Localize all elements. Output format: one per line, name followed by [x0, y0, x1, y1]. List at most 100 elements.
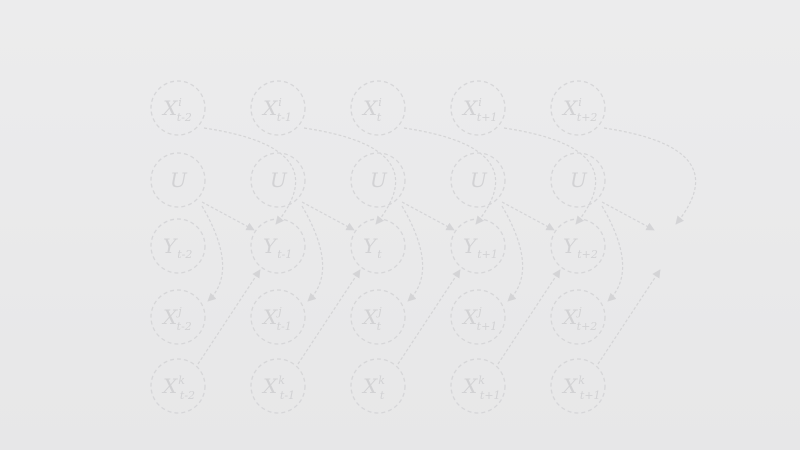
node-x-mid-2: Xj t	[350, 289, 406, 345]
node-label: U	[170, 168, 188, 192]
node-u-1: U	[250, 152, 306, 208]
node-circle	[550, 218, 606, 274]
node-label: Xk t+1	[561, 374, 601, 402]
node-label: Xk t-2	[161, 374, 195, 402]
edge-u-to-xj	[201, 205, 224, 302]
node-label-sub: t	[377, 248, 382, 261]
node-label-sup: k	[578, 374, 585, 387]
node-label-sup: k	[378, 374, 385, 387]
node-label: Xi t-2	[161, 96, 192, 124]
node-label: Xj t-2	[161, 305, 192, 333]
node-x-bot-3: Xk t+1	[450, 358, 506, 414]
node-label-sup: k	[478, 374, 485, 387]
edge-u-to-xj	[401, 205, 424, 302]
node-label-base: Y	[463, 234, 478, 258]
node-label-base: X	[561, 305, 578, 329]
node-label: Xk t+1	[461, 374, 501, 402]
node-label: Xi t-1	[261, 96, 292, 124]
node-label: Yt-1	[263, 234, 292, 261]
node-label: Xj t+2	[561, 305, 597, 333]
node-label-base: Y	[363, 234, 378, 258]
node-label-sup: k	[278, 374, 285, 387]
node-label-sub: t+2	[577, 320, 598, 333]
node-label: Xk t-1	[261, 374, 295, 402]
node-label: Yt+1	[463, 234, 498, 261]
node-label: U	[370, 168, 388, 192]
node-label-base: X	[261, 374, 278, 398]
node-label-base: X	[161, 96, 178, 120]
node-label-base: X	[361, 96, 378, 120]
node-label-sub: t	[377, 111, 382, 124]
node-circle	[350, 218, 406, 274]
node-x-bot-4: Xk t+1	[550, 358, 606, 414]
node-x-top-1: Xi t-1	[250, 80, 306, 136]
node-label-base: U	[470, 168, 488, 192]
node-y-0: Yt-2	[150, 218, 206, 274]
node-label-base: X	[361, 305, 378, 329]
node-label-sub: t-1	[277, 111, 292, 124]
node-label: Yt+2	[563, 234, 598, 261]
node-label-sub: t	[377, 320, 382, 333]
node-circle	[250, 218, 306, 274]
edge-u-to-xj	[501, 205, 524, 302]
node-label-sup: i	[378, 96, 382, 109]
node-label-sub: t+1	[477, 111, 498, 124]
node-x-bot-0: Xk t-2	[150, 358, 206, 414]
node-label: Xi t+2	[561, 96, 597, 124]
node-label: Xi t	[361, 96, 382, 124]
edge-u-to-xj	[301, 205, 324, 302]
node-label-sub: t-2	[177, 248, 192, 261]
node-circle	[150, 218, 206, 274]
node-label-sub: t-1	[277, 320, 292, 333]
node-u-4: U	[550, 152, 606, 208]
node-label-base: X	[161, 374, 178, 398]
node-label-sup: k	[178, 374, 185, 387]
node-label-sub: t+2	[577, 111, 598, 124]
node-x-mid-4: Xj t+2	[550, 289, 606, 345]
node-label-sup: i	[178, 96, 182, 109]
node-circle	[450, 218, 506, 274]
node-label-base: X	[361, 374, 378, 398]
node-label-base: X	[561, 96, 578, 120]
diagram-canvas: Xi t-2 U Yt-2 Xj t-2 Xk t-2 Xi t-1 U Yt-1 Xj t-1 Xk t-1…	[0, 0, 800, 450]
graphical-model-diagram: Xi t-2UYt-2Xj t-2Xk t-2Xi t-1UYt-1Xj t-1Xk t-1…	[150, 80, 697, 414]
edge-u-to-y	[401, 201, 455, 231]
node-label-sub: t-2	[177, 320, 192, 333]
edge-u-to-y	[301, 201, 355, 231]
node-label-sub: t+1	[477, 320, 498, 333]
node-label-base: X	[461, 305, 478, 329]
node-u-0: U	[150, 152, 206, 208]
node-x-top-4: Xi t+2	[550, 80, 606, 136]
node-label-sub: t-2	[177, 111, 192, 124]
node-label: Xj t	[361, 305, 382, 333]
node-y-4: Yt+2	[550, 218, 606, 274]
node-label-base: X	[561, 374, 578, 398]
node-x-top-2: Xi t	[350, 80, 406, 136]
node-label: Yt	[363, 234, 382, 261]
node-label: U	[470, 168, 488, 192]
edge-u-to-y	[601, 201, 655, 231]
node-label: Xj t-1	[261, 305, 292, 333]
node-y-3: Yt+1	[450, 218, 506, 274]
node-label-base: Y	[563, 234, 578, 258]
node-label: Xi t+1	[461, 96, 497, 124]
node-x-top-0: Xi t-2	[150, 80, 206, 136]
node-y-1: Yt-1	[250, 218, 306, 274]
node-x-bot-1: Xk t-1	[250, 358, 306, 414]
edge-u-to-y	[501, 201, 555, 231]
node-label-base: X	[461, 374, 478, 398]
node-label: U	[270, 168, 288, 192]
edge-xk-to-y	[597, 269, 661, 365]
node-label-sup: i	[578, 96, 582, 109]
node-label-sup: i	[278, 96, 282, 109]
edge-xi-to-y	[603, 127, 697, 225]
node-label-base: X	[161, 305, 178, 329]
node-label-sub: t	[380, 389, 385, 402]
node-label-sub: t+1	[477, 248, 498, 261]
node-x-bot-2: Xk t	[350, 358, 406, 414]
node-label-base: U	[170, 168, 188, 192]
node-label-sub: t-1	[277, 248, 292, 261]
node-u-2: U	[350, 152, 406, 208]
node-label-base: U	[270, 168, 288, 192]
node-x-mid-3: Xj t+1	[450, 289, 506, 345]
